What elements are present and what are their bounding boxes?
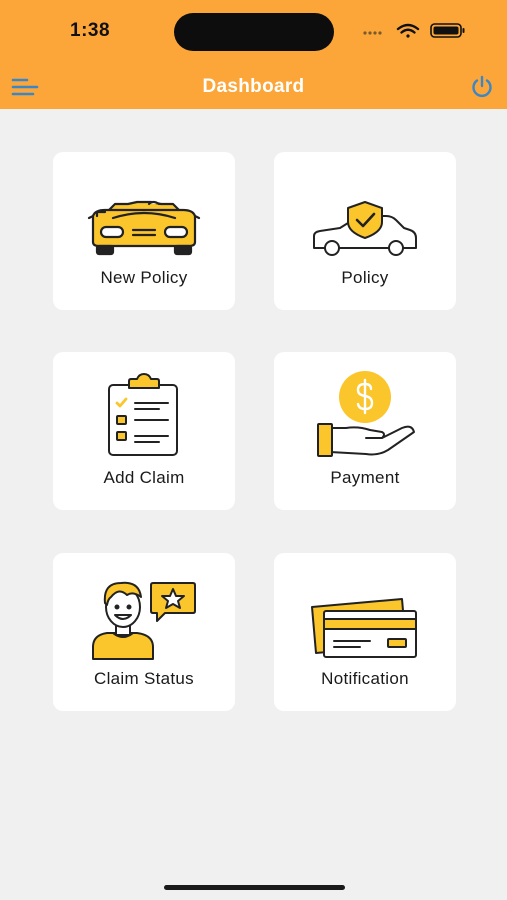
tile-label: Payment [330,468,400,487]
tile-policy[interactable]: Policy [274,152,456,310]
tile-new-policy[interactable]: New Policy [53,152,235,310]
tile-label: Policy [341,268,389,287]
hand-coin-icon [317,371,415,457]
car-icon [87,200,201,256]
tile-payment[interactable]: Payment [274,352,456,510]
tile-label: New Policy [100,268,188,287]
status-time: 1:38 [70,20,111,41]
tile-add-claim[interactable]: Add Claim [53,352,235,510]
battery-icon [430,23,465,38]
credit-cards-icon [311,598,417,658]
status-icons [363,23,465,38]
person-star-icon [92,581,196,660]
dynamic-island [174,13,334,51]
wifi-icon [396,23,420,38]
tile-notification[interactable]: Notification [274,553,456,711]
status-bar: 1:38 [0,0,507,62]
signal-dots-icon [363,31,382,35]
tile-label: Claim Status [94,669,194,688]
nav-bar: Dashboard [0,62,507,109]
power-icon[interactable] [470,75,494,99]
tile-label: Add Claim [103,468,185,487]
page-title: Dashboard [202,76,305,97]
tile-label: Notification [321,669,409,688]
car-shield-icon [313,201,417,256]
tile-claim-status[interactable]: Claim Status [53,553,235,711]
clipboard-checklist-icon [108,373,178,456]
top-bar: 1:38 Dashboard [0,0,507,109]
home-indicator[interactable] [164,885,345,890]
